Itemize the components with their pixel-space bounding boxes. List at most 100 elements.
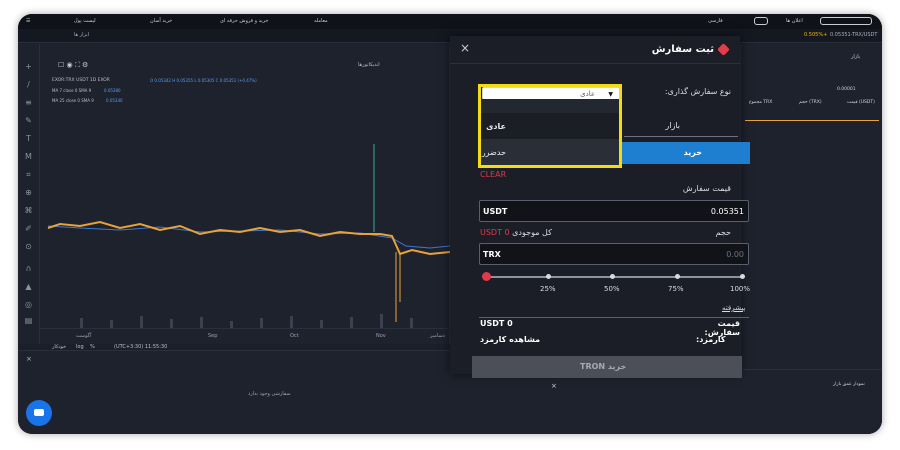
orderbook-divider	[745, 120, 879, 121]
tab-underline	[624, 136, 738, 137]
nav-item[interactable]: لیست پول	[74, 18, 96, 24]
month-label: Sep	[208, 333, 218, 339]
volume-unit: TRX	[483, 250, 501, 259]
month-label: آگوست	[76, 333, 92, 339]
fee-label: کارمزد:	[696, 335, 726, 344]
ruler-icon[interactable]: ⌗	[24, 170, 33, 179]
modal-title: ثبت سفارش	[651, 44, 714, 55]
summary-price-value: USDT 0	[480, 319, 513, 328]
price-input[interactable]: USDT 0.05351	[479, 200, 749, 222]
toggle-icon[interactable]	[754, 17, 768, 25]
crosshair-icon[interactable]: +	[24, 62, 33, 71]
price-column-header: قیمت (USDT)	[847, 100, 875, 105]
nav-item[interactable]: خرید و فروش حرفه ای	[220, 18, 269, 24]
ma7-label: MA 7 close 0 SMA 9	[52, 88, 92, 93]
close-icon[interactable]: ×	[26, 355, 32, 363]
slider-tick-50[interactable]	[610, 274, 615, 279]
chart-tool-sidebar: + / ≡ ✎ T M ⌗ ⊕ ⌘ ✐ ⊙ ∩ ▲ ◎ ▤	[18, 44, 40, 344]
close-icon[interactable]: ×	[551, 382, 557, 390]
divider	[479, 317, 749, 318]
open-orders-panel: × سفارشی وجود ندارد	[18, 350, 523, 434]
market-tab[interactable]: بازار	[851, 54, 860, 60]
clear-button[interactable]: CLEAR	[480, 170, 506, 179]
volume-input[interactable]: TRX 0.00	[479, 243, 749, 265]
top-nav: ☰ لیست پول خرید آسان خرید و فروش حرفه ای…	[18, 14, 882, 29]
trendline-icon[interactable]: /	[24, 80, 33, 89]
pattern-icon[interactable]: M	[24, 152, 33, 161]
slider-tick-75[interactable]	[675, 274, 680, 279]
language-select[interactable]: فارسی	[708, 18, 723, 24]
fee-link[interactable]: مشاهده کارمزد	[480, 335, 540, 344]
pair-price[interactable]: 0.05351-TRX/USDT	[830, 32, 877, 38]
ma25-label: MA 25 close 0 SMA 9	[52, 98, 94, 103]
app-window: ☰ لیست پول خرید آسان خرید و فروش حرفه ای…	[18, 14, 882, 434]
ma25-value: 0.05340	[106, 98, 123, 103]
tab-buy-label: خرید	[683, 148, 702, 157]
price-chart[interactable]: + / ≡ ✎ T M ⌗ ⊕ ⌘ ✐ ⊙ ∩ ▲ ◎ ▤ ☐ ◉ ⛶ ⚙ ان…	[18, 44, 450, 350]
account-button[interactable]	[820, 17, 872, 25]
balance-value: USDT 0	[480, 228, 510, 237]
tick-label: 25%	[540, 285, 556, 293]
nav-item[interactable]: معامله	[314, 18, 328, 24]
balance-label: کل موجودی	[512, 228, 552, 237]
advanced-link[interactable]: پیشرفته	[722, 304, 745, 312]
chart-symbol: EXOR:TRX USDT 1D EXOR	[52, 78, 110, 83]
empty-orders-text: سفارشی وجود ندارد	[248, 391, 291, 397]
tick-label: 75%	[668, 285, 684, 293]
month-label: Oct	[290, 333, 299, 339]
modal-header: ثبت سفارش ×	[450, 36, 740, 64]
pencil-icon[interactable]: ✐	[24, 224, 33, 233]
pair-change: 0.505%+	[804, 32, 828, 38]
price-label: قیمت سفارش	[682, 184, 731, 193]
trash-icon[interactable]: ▤	[24, 316, 33, 325]
slider-handle[interactable]	[482, 272, 491, 281]
tools-menu[interactable]: ابزار ها	[74, 32, 89, 38]
fib-icon[interactable]: ≡	[24, 98, 33, 107]
chart-time-axis: آگوست Sep Oct Nov دسامبر	[40, 328, 450, 342]
highlight-annotation	[478, 84, 622, 168]
measure-icon[interactable]: ⌘	[24, 206, 33, 215]
brush-icon[interactable]: ✎	[24, 116, 33, 125]
order-type-label: نوع سفارش گذاری:	[664, 87, 731, 96]
nav-item[interactable]: خرید آسان	[150, 18, 172, 24]
volume-slider[interactable]	[486, 276, 744, 278]
zoom-icon[interactable]: ⊙	[24, 242, 33, 251]
eye-icon[interactable]: ◎	[24, 300, 33, 309]
support-chat-button[interactable]	[26, 400, 52, 426]
month-label: Nov	[376, 333, 386, 339]
tab-buy[interactable]: خرید	[622, 142, 750, 164]
slider-tick-100[interactable]	[740, 274, 745, 279]
buy-tron-button[interactable]: خرید TRON	[472, 356, 742, 378]
brand-logo-icon	[717, 43, 730, 56]
volume-bars	[80, 314, 413, 328]
tick-label: 100%	[730, 285, 751, 293]
tab-market[interactable]: بازار	[665, 121, 680, 130]
chart-tool-icons[interactable]: ☐ ◉ ⛶ ⚙	[58, 61, 88, 70]
depth-chart-panel: نمودار عمق بازار ×	[523, 369, 882, 434]
text-icon[interactable]: T	[24, 134, 33, 143]
ma7-value: 0.05380	[104, 88, 121, 93]
total-column-header: مجموع TRX	[749, 100, 773, 105]
tick-label: 50%	[604, 285, 620, 293]
price-filter[interactable]: 0.00001	[837, 87, 856, 92]
order-modal: ثبت سفارش × نوع سفارش گذاری: عادی ▼ بازا…	[450, 36, 750, 378]
lock-icon[interactable]: ▲	[24, 282, 33, 291]
price-value: 0.05351	[710, 207, 744, 216]
chart-ohlc: O 0.05342 H 0.05355 L 0.05305 C 0.05351 …	[150, 78, 257, 83]
balance-info: USDT 0 کل موجودی	[480, 228, 552, 237]
menu-icon[interactable]: ☰	[26, 18, 30, 24]
buy-tron-label: خرید TRON	[580, 362, 627, 371]
close-icon[interactable]: ×	[460, 41, 470, 55]
volume-column-header: حجم (TRX)	[799, 100, 822, 105]
notifications-link[interactable]: اعلان ها	[786, 18, 803, 24]
price-unit: USDT	[483, 207, 508, 216]
volume-placeholder: 0.00	[726, 250, 744, 259]
depth-chart-title: نمودار عمق بازار	[833, 382, 865, 387]
prediction-icon[interactable]: ⊕	[24, 188, 33, 197]
slider-tick-25[interactable]	[546, 274, 551, 279]
month-label: دسامبر	[430, 333, 445, 339]
magnet-icon[interactable]: ∩	[24, 264, 33, 273]
volume-label: حجم	[715, 228, 731, 237]
indicators-button[interactable]: اندیکاتورها	[358, 62, 380, 68]
candles-svg	[47, 144, 450, 328]
